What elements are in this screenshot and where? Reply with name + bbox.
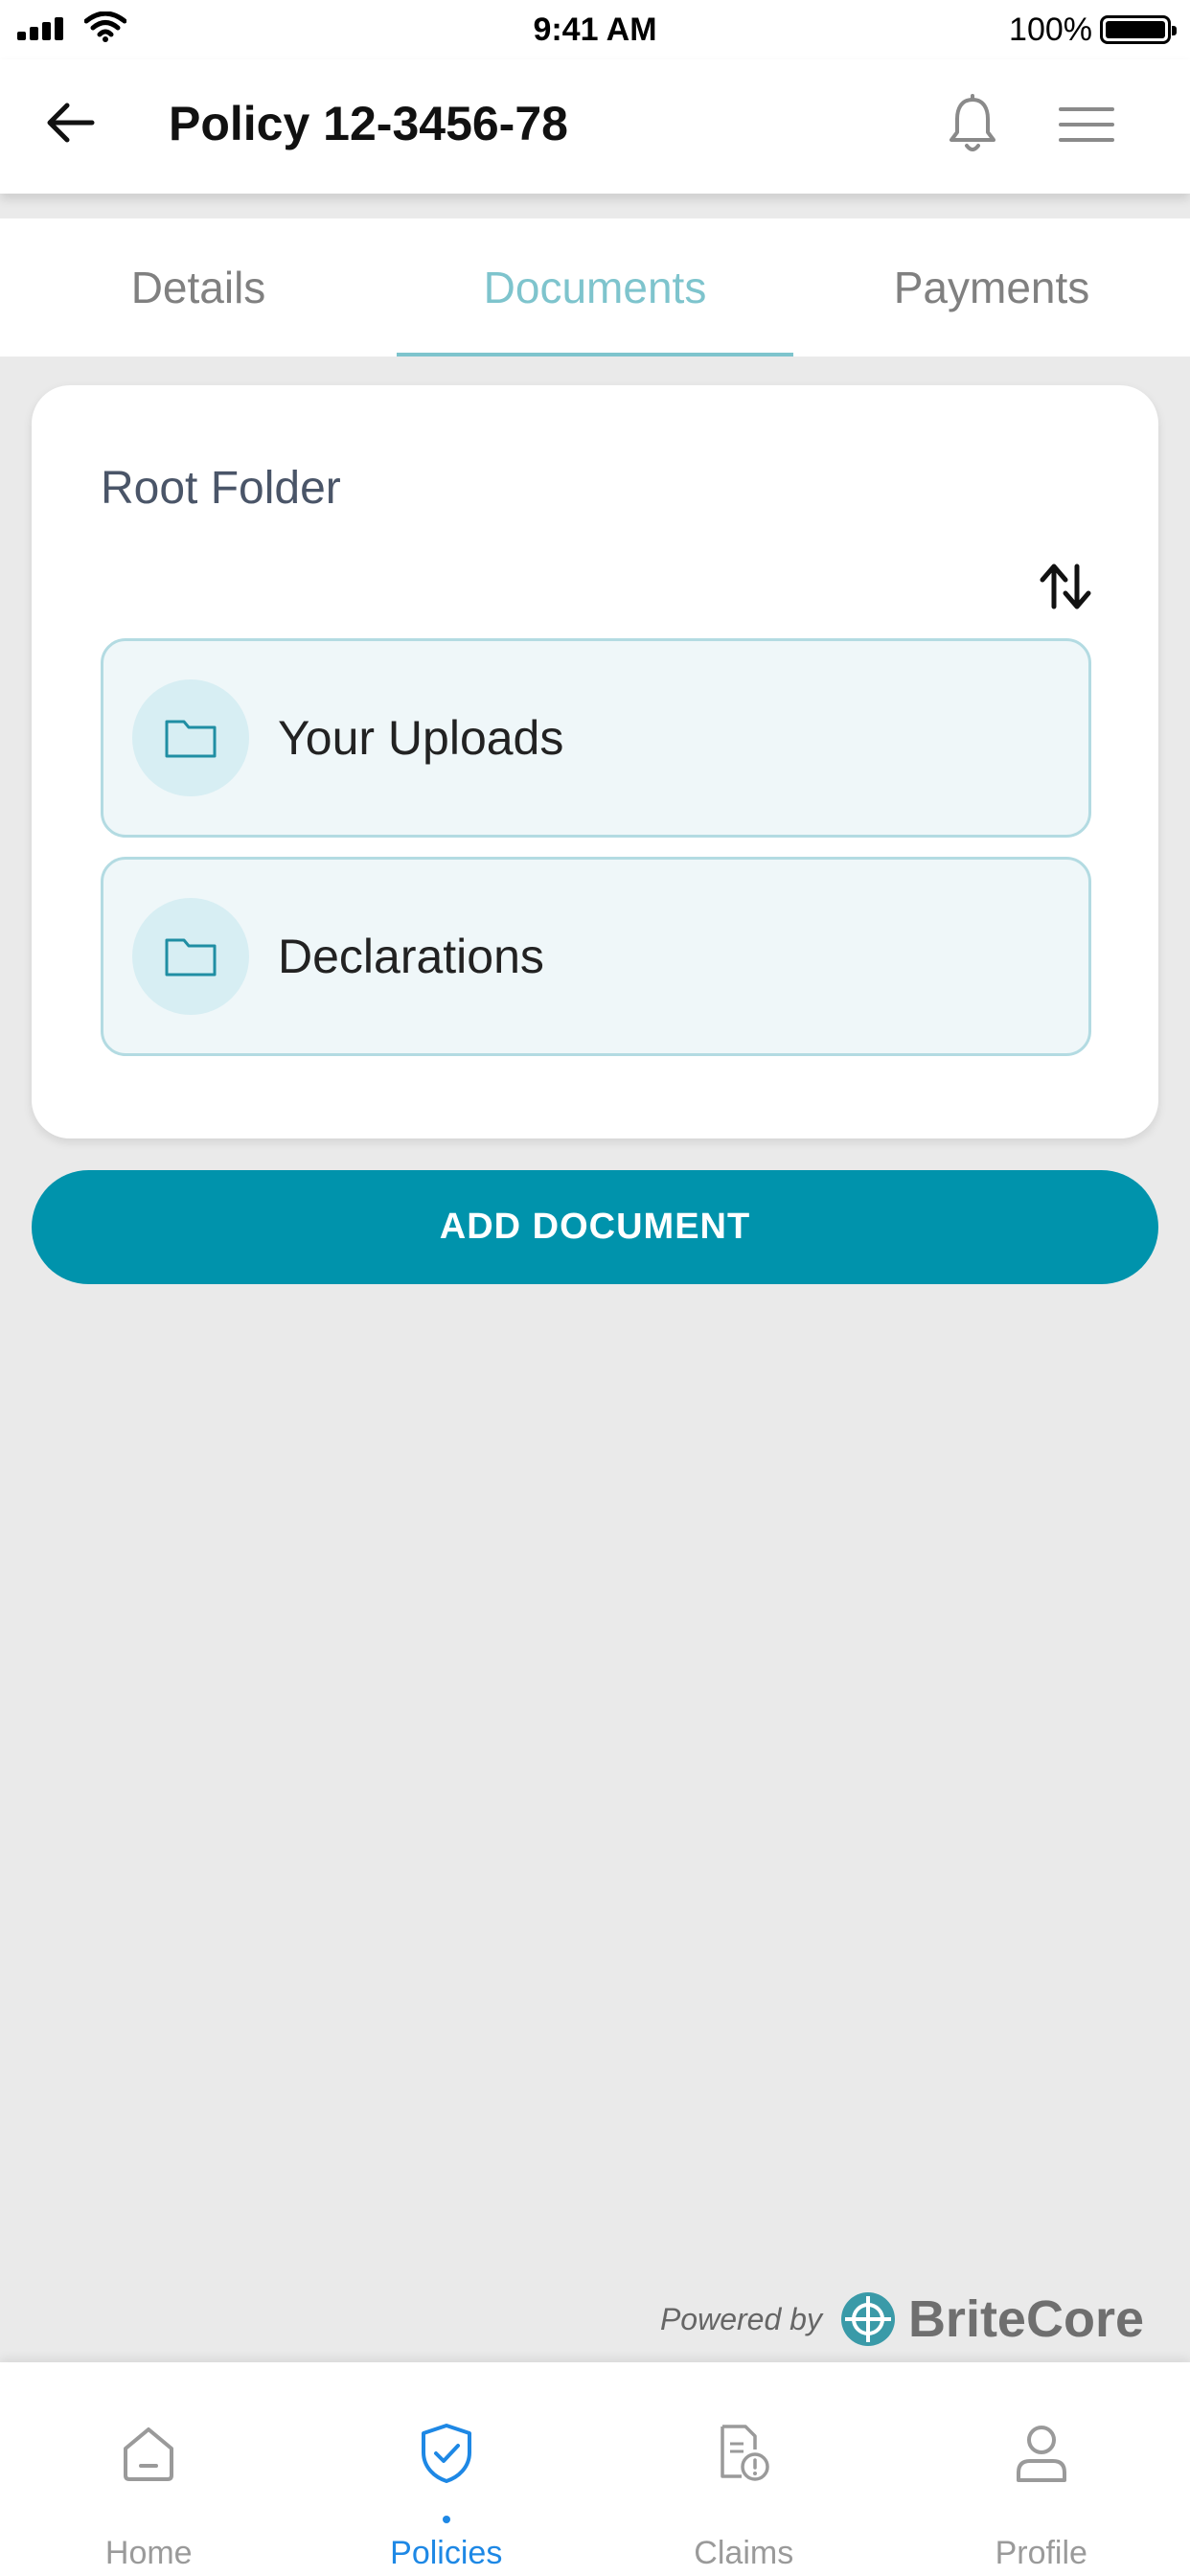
folder-icon [165, 720, 217, 758]
folder-title: Root Folder [101, 463, 341, 514]
notifications-button[interactable] [939, 90, 1006, 159]
hamburger-menu-icon [1059, 107, 1114, 142]
folder-label: Declarations [278, 930, 544, 983]
battery-percent: 100% [1009, 12, 1092, 48]
nav-policies[interactable]: Policies [298, 2362, 596, 2576]
page-title: Policy 12-3456-78 [169, 97, 568, 150]
brand-name: BriteCore [907, 2290, 1144, 2348]
tab-details[interactable]: Details [0, 218, 397, 356]
folder-icon [165, 938, 217, 977]
tab-payments[interactable]: Payments [793, 218, 1190, 356]
bell-icon [950, 94, 995, 151]
back-button[interactable] [36, 94, 103, 151]
nav-label: Home [104, 2535, 193, 2571]
bottom-navigation: Home Policies Claims Profile [0, 2362, 1190, 2576]
active-indicator [442, 2516, 450, 2523]
menu-button[interactable] [1050, 94, 1123, 155]
sort-button[interactable] [1032, 558, 1099, 615]
shield-check-icon [413, 2420, 480, 2487]
battery-icon [1100, 15, 1177, 44]
nav-label: Policies [390, 2535, 503, 2571]
folder-declarations[interactable]: Declarations [101, 857, 1091, 1056]
nav-label: Profile [995, 2535, 1087, 2571]
nav-claims[interactable]: Claims [595, 2362, 893, 2576]
claim-document-icon [710, 2420, 777, 2487]
powered-by-text: Powered by [659, 2301, 822, 2336]
add-document-button[interactable]: ADD DOCUMENT [32, 1170, 1158, 1284]
person-icon [1008, 2420, 1075, 2487]
arrow-left-icon [47, 103, 95, 143]
app-header: Policy 12-3456-78 [0, 59, 1190, 194]
tab-documents[interactable]: Documents [397, 218, 793, 356]
documents-card: Root Folder Your Uploads Declarations [32, 385, 1158, 1138]
nav-label: Claims [694, 2535, 794, 2571]
folder-label: Your Uploads [278, 711, 564, 765]
status-bar: 9:41 AM 100% [0, 0, 1190, 59]
home-icon [115, 2420, 182, 2487]
folder-your-uploads[interactable]: Your Uploads [101, 638, 1091, 838]
powered-by: Powered by BriteCore [660, 2290, 1144, 2348]
nav-home[interactable]: Home [0, 2362, 298, 2576]
policy-tabs: Details Documents Payments [0, 218, 1190, 356]
nav-profile[interactable]: Profile [893, 2362, 1190, 2576]
sort-arrows-icon [1040, 564, 1091, 610]
britecore-logo-icon [840, 2292, 895, 2346]
